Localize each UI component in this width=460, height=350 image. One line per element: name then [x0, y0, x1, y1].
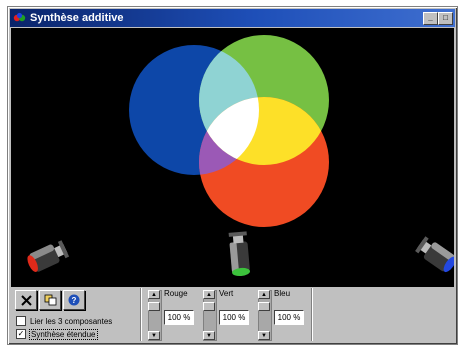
green-slider-label: Vert [219, 289, 234, 298]
green-slider-thumb[interactable] [203, 302, 215, 311]
close-button[interactable] [15, 290, 37, 310]
red-spotlight[interactable] [25, 239, 70, 274]
blue-slider-group: ▲ ▼ Bleu 100 % [258, 289, 314, 341]
green-slider-up-button[interactable]: ▲ [203, 290, 215, 299]
blue-slider-up-button[interactable]: ▲ [258, 290, 270, 299]
blue-spotlight[interactable] [415, 235, 456, 274]
x-icon [20, 294, 32, 306]
blue-value-field[interactable]: 100 % [274, 310, 304, 325]
extended-synthesis-label: Synthèse étendue [29, 328, 98, 340]
copy-button[interactable] [39, 290, 61, 310]
green-spotlight[interactable] [228, 231, 251, 277]
app-icon [13, 12, 26, 22]
copy-icon [44, 294, 56, 306]
red-value-field[interactable]: 100 % [164, 310, 194, 325]
green-value-field[interactable]: 100 % [219, 310, 249, 325]
link-components-option[interactable]: Lier les 3 composantes [16, 316, 112, 326]
blue-slider-label: Bleu [274, 289, 291, 298]
minimize-button[interactable]: _ [423, 12, 438, 25]
title-bar: Synthèse additive _ □ [10, 9, 455, 27]
divider [140, 288, 141, 341]
red-slider-group: ▲ ▼ Rouge 100 % [148, 289, 204, 341]
maximize-button[interactable]: □ [438, 12, 453, 25]
blue-slider-thumb[interactable] [258, 302, 270, 311]
red-slider-down-button[interactable]: ▼ [148, 331, 160, 340]
control-panel: ? Lier les 3 composantes ✓ Synthèse éten… [11, 288, 454, 341]
link-components-label: Lier les 3 composantes [30, 316, 113, 326]
blue-slider-down-button[interactable]: ▼ [258, 331, 270, 340]
link-components-checkbox[interactable] [16, 316, 26, 326]
divider-right [311, 288, 312, 341]
window-title: Synthèse additive [30, 12, 124, 24]
help-button[interactable]: ? [63, 290, 85, 310]
red-slider-up-button[interactable]: ▲ [148, 290, 160, 299]
app-window: Synthèse additive _ □ ? Lier les 3 compo… [7, 6, 458, 345]
green-slider-group: ▲ ▼ Vert 100 % [203, 289, 259, 341]
svg-text:?: ? [72, 296, 77, 305]
green-slider-down-button[interactable]: ▼ [203, 331, 215, 340]
additive-diagram [25, 35, 456, 277]
red-slider-label: Rouge [164, 289, 188, 298]
red-slider-thumb[interactable] [148, 302, 160, 311]
help-icon: ? [68, 294, 80, 306]
extended-synthesis-option[interactable]: ✓ Synthèse étendue [16, 328, 98, 340]
extended-synthesis-checkbox[interactable]: ✓ [16, 329, 26, 339]
color-stage [11, 28, 456, 287]
